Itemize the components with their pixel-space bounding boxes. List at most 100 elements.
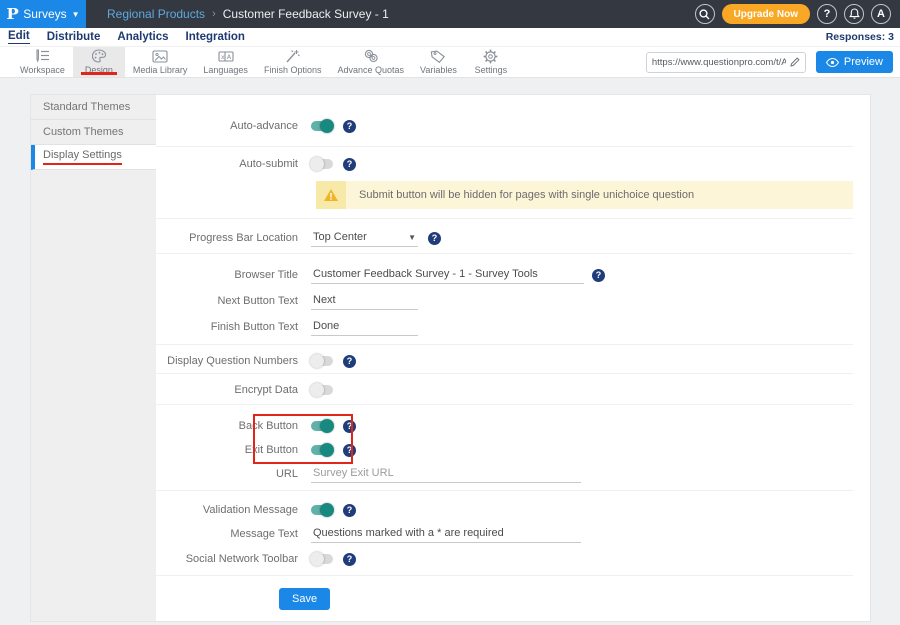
browser-title-help-icon[interactable]: ? (592, 269, 605, 282)
validation-message-toggle[interactable] (311, 505, 333, 515)
progress-bar-location-select[interactable]: Top Center ▼ (311, 229, 418, 247)
survey-url-input[interactable] (652, 57, 786, 68)
encrypt-data-row: Encrypt Data (156, 377, 853, 403)
upgrade-now-button[interactable]: Upgrade Now (722, 4, 810, 24)
product-menu-label: Surveys (23, 7, 66, 21)
account-avatar[interactable]: A (871, 4, 891, 24)
browser-title-input[interactable] (311, 266, 584, 284)
finish-button-text-input[interactable] (311, 318, 418, 336)
exit-button-help-icon[interactable]: ? (343, 444, 356, 457)
exit-url-input[interactable] (311, 465, 581, 483)
warning-triangle-icon (323, 188, 339, 202)
validation-message-label: Validation Message (156, 504, 298, 516)
progress-bar-group: Progress Bar Location Top Center ▼ ? (156, 219, 853, 254)
social-network-toolbar-help-icon[interactable]: ? (343, 553, 356, 566)
toolbar-item-label: Languages (203, 65, 248, 75)
survey-toolbar: Workspace Design Media Library xA Langua… (0, 47, 900, 78)
encrypt-data-group: Encrypt Data (156, 374, 853, 405)
tag-icon (430, 49, 446, 64)
exit-button-label: Exit Button (156, 444, 298, 456)
chevron-down-icon: ▼ (72, 10, 80, 19)
eye-icon (826, 58, 839, 67)
exit-url-label: URL (156, 468, 298, 480)
finish-button-text-label: Finish Button Text (156, 321, 298, 333)
design-panel: Standard Themes Custom Themes Display Se… (30, 94, 871, 622)
product-switcher[interactable]: P Surveys ▼ (0, 0, 86, 28)
validation-group: Validation Message ? Message Text Social… (156, 491, 853, 576)
auto-submit-row: Auto-submit ? (156, 153, 853, 175)
auto-advance-label: Auto-advance (156, 120, 298, 132)
progress-bar-location-label: Progress Bar Location (156, 232, 298, 244)
breadcrumb-parent[interactable]: Regional Products (107, 7, 205, 21)
toolbar-item-label: Workspace (20, 65, 65, 75)
auto-submit-help-icon[interactable]: ? (343, 158, 356, 171)
back-button-help-icon[interactable]: ? (343, 420, 356, 433)
toolbar-item-media-library[interactable]: Media Library (125, 47, 196, 77)
exit-button-toggle[interactable] (311, 445, 333, 455)
submit-warning-banner: Submit button will be hidden for pages w… (316, 181, 853, 209)
message-text-input[interactable] (311, 525, 581, 543)
progress-bar-help-icon[interactable]: ? (428, 232, 441, 245)
display-question-numbers-help-icon[interactable]: ? (343, 355, 356, 368)
translate-icon: xA (218, 49, 234, 64)
search-button[interactable] (695, 4, 715, 24)
toolbar-item-variables[interactable]: Variables (412, 47, 465, 77)
next-button-text-input[interactable] (311, 292, 418, 310)
tab-integration[interactable]: Integration (186, 31, 245, 44)
save-row: Save (156, 576, 871, 610)
top-bar: P Surveys ▼ Regional Products › Customer… (0, 0, 900, 28)
validation-message-help-icon[interactable]: ? (343, 504, 356, 517)
survey-url-box (646, 52, 806, 73)
encrypt-data-toggle[interactable] (311, 385, 333, 395)
toolbar-item-advance-quotas[interactable]: Advance Quotas (329, 47, 412, 77)
auto-submit-toggle[interactable] (311, 159, 333, 169)
toolbar-item-design[interactable]: Design (73, 47, 125, 77)
sidebar-item-custom-themes[interactable]: Custom Themes (31, 120, 156, 145)
toolbar-item-label: Design (85, 65, 113, 75)
edit-pencil-icon[interactable] (790, 57, 800, 67)
tab-analytics[interactable]: Analytics (117, 31, 168, 44)
browser-title-label: Browser Title (156, 269, 298, 281)
image-icon (152, 49, 168, 64)
breadcrumb: Regional Products › Customer Feedback Su… (107, 7, 389, 21)
toolbar-item-workspace[interactable]: Workspace (12, 47, 73, 77)
topbar-actions: Upgrade Now ? A (695, 4, 900, 24)
toolbar-item-label: Media Library (133, 65, 188, 75)
exit-button-row: Exit Button ? (156, 438, 853, 462)
tab-edit[interactable]: Edit (8, 30, 30, 44)
preview-label: Preview (844, 56, 883, 68)
save-button[interactable]: Save (279, 588, 330, 610)
social-network-toolbar-toggle[interactable] (311, 554, 333, 564)
titles-group: Browser Title ? Next Button Text Finish … (156, 254, 853, 345)
display-question-numbers-row: Display Question Numbers ? (156, 348, 853, 374)
notifications-button[interactable] (844, 4, 864, 24)
design-palette-icon (91, 49, 107, 64)
auto-advance-toggle[interactable] (311, 121, 333, 131)
sidebar-item-standard-themes[interactable]: Standard Themes (31, 95, 156, 120)
display-question-numbers-label: Display Question Numbers (156, 355, 298, 367)
sidebar-item-display-settings[interactable]: Display Settings (31, 145, 156, 170)
preview-button[interactable]: Preview (816, 51, 893, 73)
svg-text:A: A (226, 53, 231, 61)
auto-advance-help-icon[interactable]: ? (343, 120, 356, 133)
auto-submit-group: Auto-submit ? Submit button will be hidd… (156, 147, 853, 219)
progress-bar-row: Progress Bar Location Top Center ▼ ? (156, 227, 853, 249)
tab-distribute[interactable]: Distribute (47, 31, 101, 44)
warning-text: Submit button will be hidden for pages w… (346, 181, 694, 209)
bell-icon (849, 8, 860, 20)
display-settings-content: Auto-advance ? Auto-submit ? Submit butt… (156, 95, 871, 621)
back-exit-group: Back Button ? Exit Button ? URL (156, 405, 853, 491)
back-button-toggle[interactable] (311, 421, 333, 431)
back-button-label: Back Button (156, 420, 298, 432)
help-button[interactable]: ? (817, 4, 837, 24)
social-network-toolbar-label: Social Network Toolbar (156, 553, 298, 565)
toolbar-item-settings[interactable]: Settings (465, 47, 517, 77)
toolbar-item-languages[interactable]: xA Languages (195, 47, 256, 77)
primary-nav: Edit Distribute Analytics Integration Re… (0, 28, 900, 47)
display-question-numbers-toggle[interactable] (311, 356, 333, 366)
validation-message-row: Validation Message ? (156, 498, 853, 522)
responses-count[interactable]: Responses: 3 (826, 31, 894, 43)
chevron-down-icon: ▼ (408, 233, 416, 242)
toolbar-item-finish-options[interactable]: Finish Options (256, 47, 330, 77)
question-numbers-group: Display Question Numbers ? (156, 345, 853, 374)
